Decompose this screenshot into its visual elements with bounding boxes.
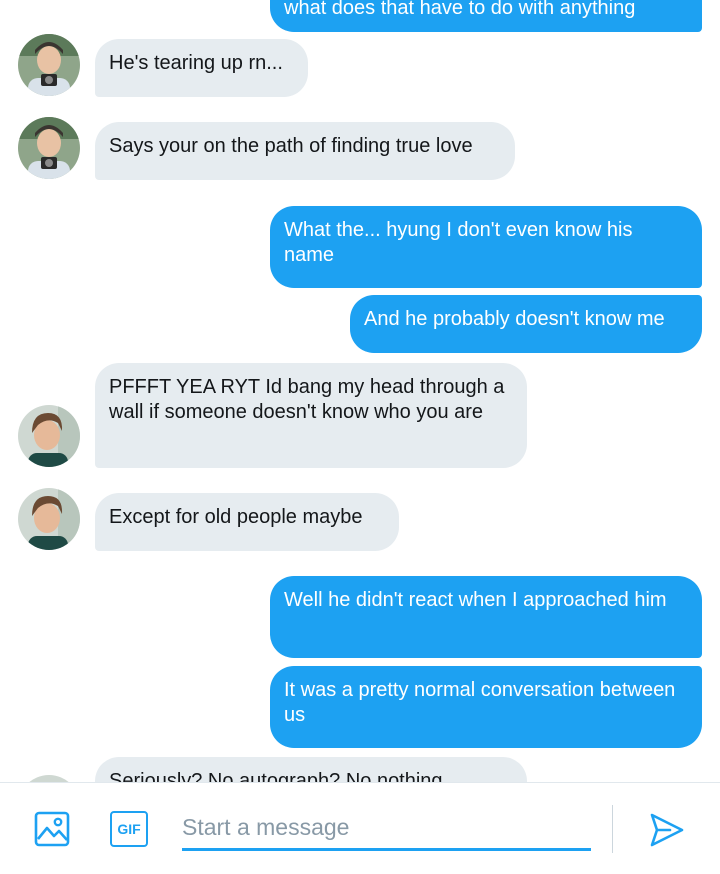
message-input-wrapper	[182, 807, 591, 851]
message-thread: what does that have to do with anything …	[0, 0, 720, 782]
send-icon	[650, 813, 684, 847]
avatar[interactable]	[18, 117, 80, 179]
outgoing-message[interactable]: Well he didn't react when I approached h…	[270, 576, 702, 658]
avatar[interactable]	[18, 34, 80, 96]
avatar[interactable]	[18, 405, 80, 467]
avatar-jin	[18, 775, 80, 782]
add-gif-button[interactable]: GIF	[110, 811, 148, 847]
image-icon	[34, 811, 70, 847]
message-input[interactable]	[182, 807, 591, 847]
composer-divider	[612, 805, 613, 853]
avatar-namjoon	[18, 34, 80, 96]
add-image-button[interactable]	[32, 809, 72, 849]
gif-icon: GIF	[117, 821, 141, 837]
incoming-message[interactable]: Seriously? No autograph? No nothing	[95, 757, 527, 782]
outgoing-message[interactable]: And he probably doesn't know me	[350, 295, 702, 353]
outgoing-message[interactable]: what does that have to do with anything	[270, 0, 702, 32]
avatar[interactable]	[18, 775, 80, 782]
avatar-jin	[18, 405, 80, 467]
incoming-message[interactable]: PFFFT YEA RYT Id bang my head through a …	[95, 363, 527, 468]
avatar-namjoon	[18, 117, 80, 179]
message-composer: GIF	[0, 782, 720, 874]
incoming-message[interactable]: Says your on the path of finding true lo…	[95, 122, 515, 180]
outgoing-message[interactable]: It was a pretty normal conversation betw…	[270, 666, 702, 748]
avatar[interactable]	[18, 488, 80, 550]
avatar-jin	[18, 488, 80, 550]
send-button[interactable]	[646, 809, 688, 851]
outgoing-message[interactable]: What the... hyung I don't even know his …	[270, 206, 702, 288]
incoming-message[interactable]: Except for old people maybe	[95, 493, 399, 551]
incoming-message[interactable]: He's tearing up rn...	[95, 39, 308, 97]
